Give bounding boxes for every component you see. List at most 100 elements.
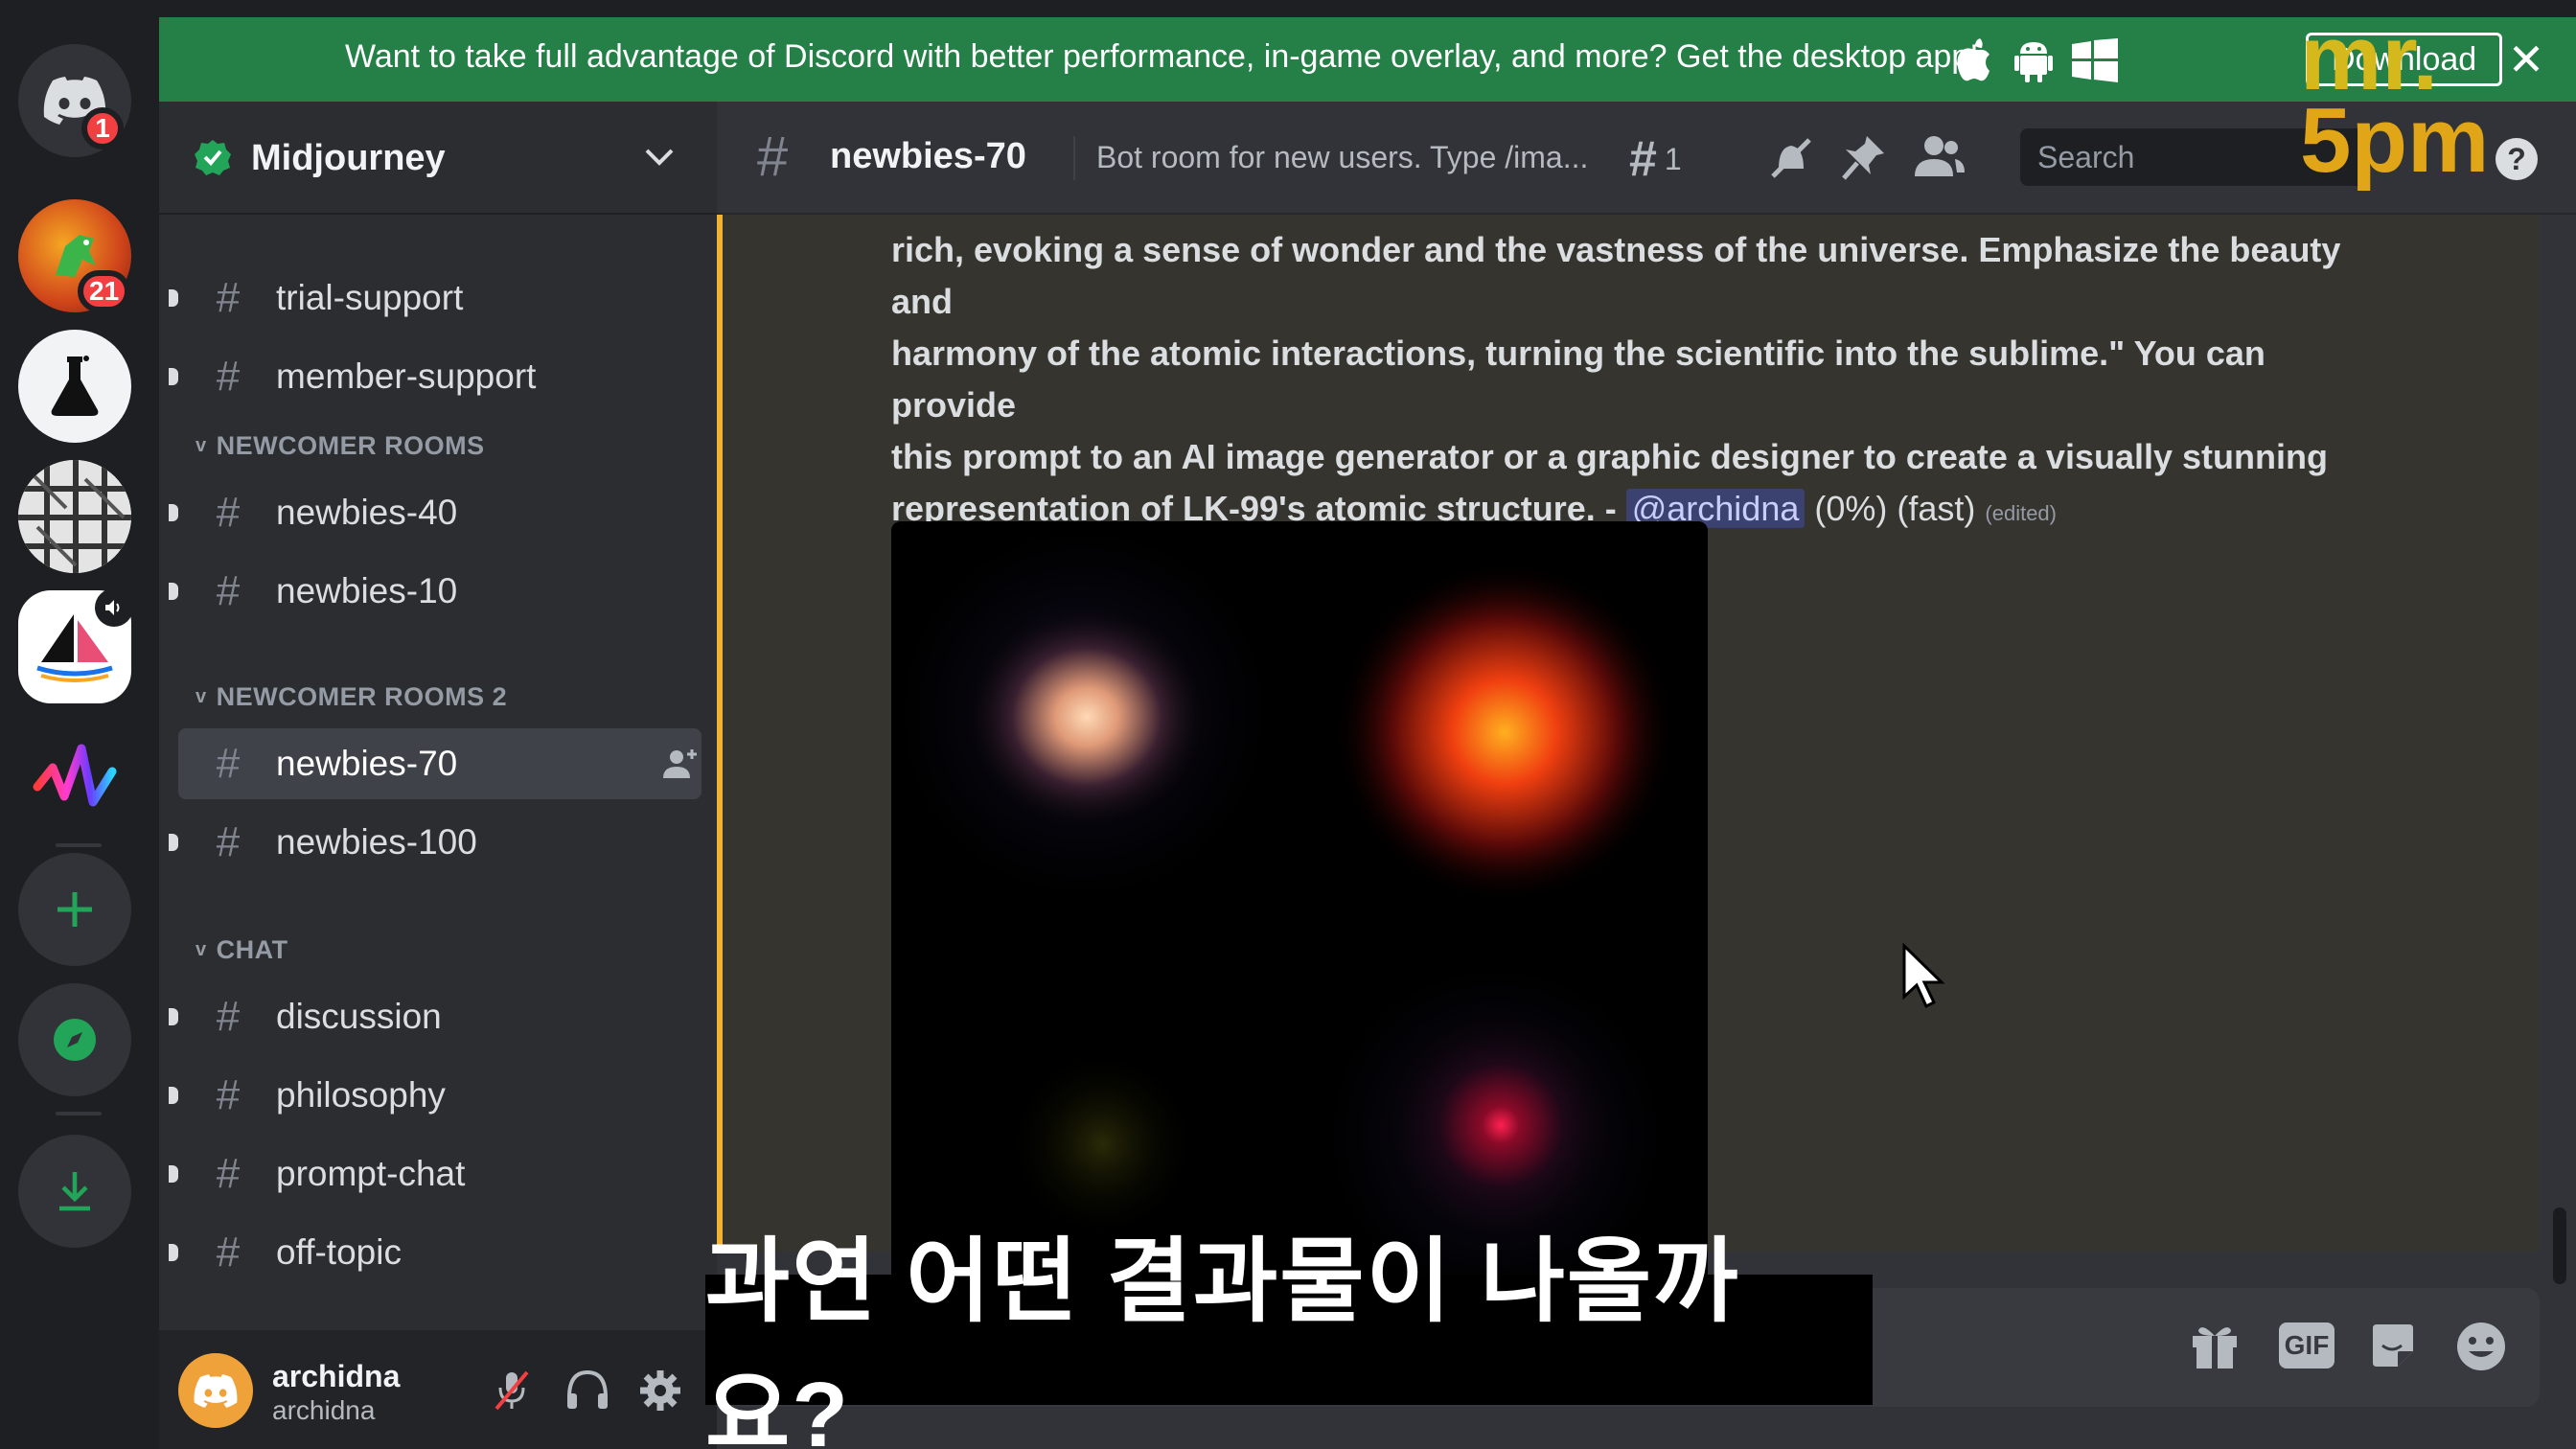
threads-hash-icon: # [216, 818, 241, 865]
channel-watermark: mr. 5pm [2300, 7, 2549, 209]
job-status: (0%) (fast) [1805, 489, 1986, 528]
add-server-button[interactable] [18, 853, 131, 966]
download-icon [59, 1172, 90, 1211]
mute-microphone-icon[interactable] [493, 1368, 531, 1413]
hash-icon: # [216, 1071, 241, 1118]
member-list-icon[interactable] [1913, 134, 1966, 180]
hash-icon: # [216, 274, 241, 321]
plus-icon [58, 892, 92, 927]
headphones-icon[interactable] [565, 1368, 610, 1411]
threads-hash-icon: # [216, 740, 241, 787]
discord-window: 1 21 Want to take full advantage of Disc… [0, 0, 2576, 1449]
channel-newbies-100[interactable]: # newbies-100 [169, 807, 702, 878]
emoji-icon[interactable] [2455, 1321, 2507, 1372]
verified-badge-icon [195, 140, 231, 175]
hash-icon: # [216, 993, 241, 1040]
home-button[interactable]: 1 [18, 44, 131, 157]
unread-indicator [169, 1087, 178, 1104]
wave-logo-icon [33, 744, 117, 807]
android-icon [2014, 42, 2053, 82]
mouse-cursor-icon [1902, 943, 1945, 1009]
watermark-top: mr. [2300, 7, 2439, 109]
server-icon-flask[interactable] [18, 330, 131, 443]
message-content: rich, evoking a sense of wonder and the … [891, 224, 2386, 540]
notification-muted-icon[interactable] [1767, 134, 1815, 182]
category-newcomer-rooms[interactable]: v NEWCOMER ROOMS [196, 431, 485, 461]
unread-indicator [169, 1008, 178, 1025]
category-newcomer-rooms-2[interactable]: v NEWCOMER ROOMS 2 [196, 682, 507, 712]
video-subtitle: 과연 어떤 결과물이 나올까요? [705, 1230, 1873, 1449]
gear-icon[interactable] [638, 1368, 682, 1413]
watermark-bottom: 5pm [2300, 89, 2490, 192]
edited-tag: (edited) [1985, 501, 2057, 525]
channel-off-topic[interactable]: # off-topic [169, 1217, 702, 1288]
threads-hash-icon: # [757, 126, 789, 188]
pin-icon[interactable] [1840, 134, 1886, 182]
server-icon-grid[interactable] [18, 460, 131, 573]
hash-icon: # [216, 353, 241, 400]
discord-logo-icon [194, 1373, 238, 1408]
chevron-down-icon: v [196, 435, 207, 456]
category-label: NEWCOMER ROOMS [216, 431, 485, 460]
chat-scrollbar[interactable] [2553, 1208, 2566, 1284]
hash-icon: # [216, 1229, 241, 1276]
channel-trial-support[interactable]: # trial-support [169, 263, 702, 334]
current-channel-name: newbies-70 [830, 136, 1026, 176]
unread-indicator [169, 1244, 178, 1261]
windows-icon [2072, 38, 2118, 82]
threads-count: 1 [1664, 141, 1682, 176]
banner-message: Want to take full advantage of Discord w… [345, 38, 1979, 75]
message-line: rich, evoking a sense of wonder and the … [891, 230, 2341, 321]
message-line: this prompt to an AI image generator or … [891, 437, 2328, 476]
gift-icon[interactable] [2189, 1321, 2241, 1370]
channel-label: prompt-chat [276, 1154, 466, 1193]
speaker-icon [105, 600, 120, 615]
guild-header[interactable]: Midjourney [159, 102, 717, 215]
channel-newbies-70[interactable]: # newbies-70 [178, 728, 702, 799]
channel-prompt-chat[interactable]: # prompt-chat [169, 1138, 702, 1209]
channel-label: member-support [276, 356, 537, 396]
channel-newbies-10[interactable]: # newbies-10 [169, 556, 702, 627]
unread-indicator [169, 289, 178, 307]
apple-icon [1957, 38, 1990, 81]
channel-topbar: # newbies-70 Bot room for new users. Typ… [717, 102, 2576, 215]
threads-button[interactable]: # 1 [1629, 130, 1682, 188]
channel-member-support[interactable]: # member-support [169, 341, 702, 412]
channel-label: off-topic [276, 1232, 402, 1272]
rail-separator [56, 843, 102, 847]
explore-servers-button[interactable] [18, 983, 131, 1096]
channel-discussion[interactable]: # discussion [169, 981, 702, 1052]
grid-art-icon [18, 460, 131, 573]
category-chat[interactable]: v CHAT [196, 935, 288, 965]
unread-indicator [169, 583, 178, 600]
channel-label: trial-support [276, 278, 464, 317]
home-badge: 1 [81, 107, 124, 150]
message-line: harmony of the atomic interactions, turn… [891, 334, 2266, 425]
unread-indicator [169, 368, 178, 385]
add-member-icon[interactable] [663, 748, 698, 780]
download-apps-button[interactable] [18, 1135, 131, 1248]
sticker-icon[interactable] [2369, 1321, 2417, 1370]
channel-philosophy[interactable]: # philosophy [169, 1060, 702, 1131]
server-icon-horse[interactable]: 21 [18, 199, 131, 312]
flask-icon [51, 356, 99, 416]
channel-label: newbies-70 [276, 744, 458, 783]
server-icon-wave[interactable] [18, 721, 131, 834]
channel-topic[interactable]: Bot room for new users. Type /ima... [1096, 140, 1588, 175]
category-label: CHAT [216, 935, 288, 964]
rail-separator [56, 1112, 102, 1116]
server-icon-midjourney[interactable] [18, 588, 133, 703]
channel-newbies-40[interactable]: # newbies-40 [169, 477, 702, 548]
server-rail: 1 21 [0, 0, 159, 1449]
unread-indicator [169, 504, 178, 521]
threads-hash-icon: # [216, 1150, 241, 1197]
channel-label: philosophy [276, 1075, 446, 1115]
threads-hash-icon: # [216, 567, 241, 614]
channel-sidebar: Midjourney # trial-support # member-supp… [159, 102, 717, 1449]
chevron-down-icon: v [196, 939, 207, 960]
desktop-app-banner: Want to take full advantage of Discord w… [159, 17, 2576, 102]
topbar-divider [1073, 136, 1075, 180]
avatar[interactable] [178, 1353, 253, 1428]
gif-button[interactable]: GIF [2279, 1322, 2334, 1368]
chevron-down-icon[interactable] [644, 148, 675, 167]
